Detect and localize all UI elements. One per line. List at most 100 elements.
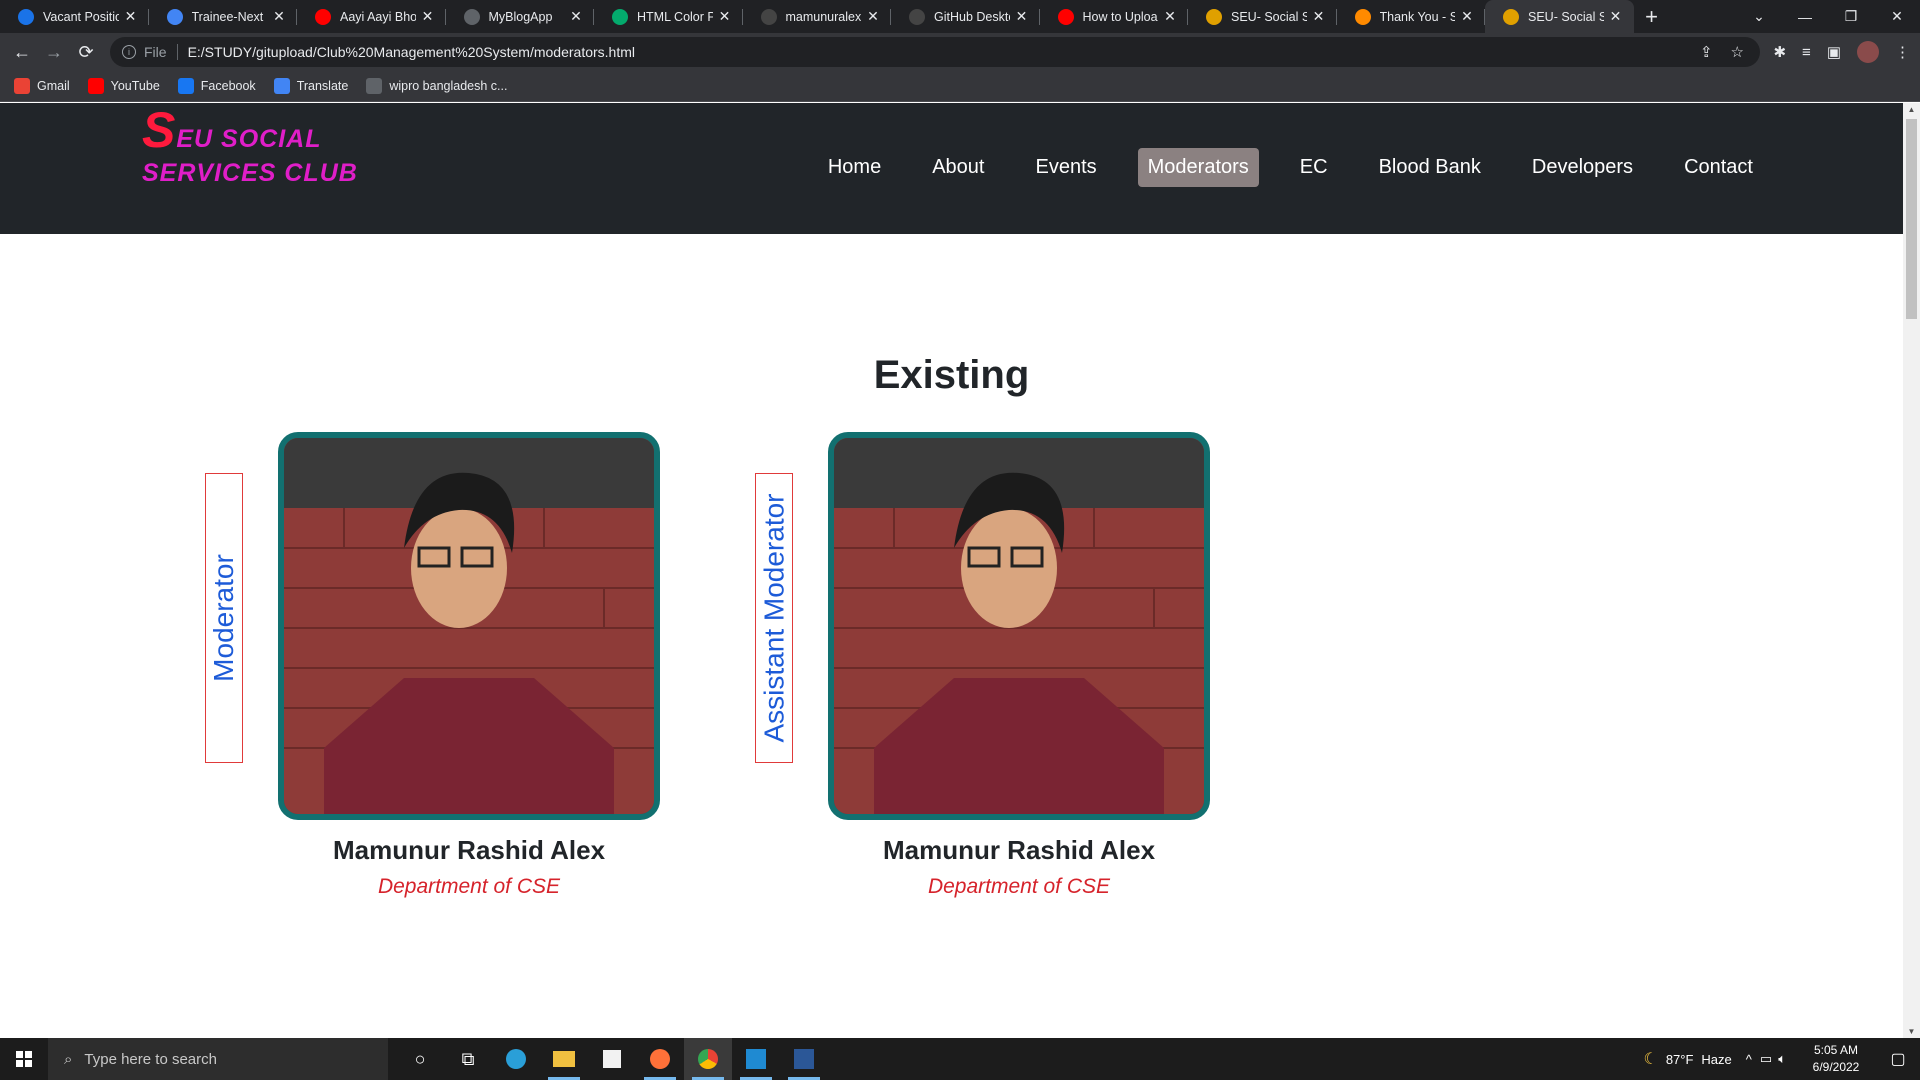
tab-close-icon[interactable]: ✕ <box>271 8 287 25</box>
weather-icon[interactable]: ☾ <box>1643 1049 1657 1069</box>
bookmark-star-icon[interactable]: ☆ <box>1731 43 1744 61</box>
tab-close-icon[interactable]: ✕ <box>865 8 881 25</box>
tab-close-icon[interactable]: ✕ <box>1014 8 1030 25</box>
profile-avatar[interactable] <box>1857 41 1879 63</box>
scrollbar-thumb[interactable] <box>1906 119 1917 319</box>
firefox-icon[interactable] <box>636 1038 684 1080</box>
tab-close-icon[interactable]: ✕ <box>1459 8 1475 25</box>
bookmark-icon <box>177 78 194 94</box>
bookmark-item[interactable]: Gmail <box>14 78 70 94</box>
nav-link[interactable]: About <box>922 148 994 187</box>
edge-icon[interactable] <box>492 1038 540 1080</box>
browser-tab[interactable]: SEU- Social Serv ✕ <box>1485 0 1634 33</box>
browser-tab[interactable]: SEU- Social Serv ✕ <box>1188 0 1337 33</box>
nav-link[interactable]: Moderators <box>1137 148 1259 187</box>
tab-close-icon[interactable]: ✕ <box>123 8 139 25</box>
notification-icon[interactable]: ▢ <box>1876 1049 1920 1069</box>
taskbar-search[interactable]: ⌕ Type here to search <box>48 1038 388 1080</box>
tab-title: Aayi Aayi Bhoot <box>340 9 416 24</box>
window-controls: ⌄ — ❐ ✕ <box>1736 0 1920 33</box>
windows-logo-icon <box>16 1051 32 1067</box>
weather-condition: Haze <box>1701 1051 1732 1067</box>
browser-tab[interactable]: GitHub Desktop ✕ <box>891 0 1040 33</box>
close-window-button[interactable]: ✕ <box>1874 8 1920 25</box>
minimize-button[interactable]: — <box>1782 9 1828 25</box>
share-icon[interactable]: ⇪ <box>1700 43 1713 61</box>
back-arrow-icon[interactable]: ← <box>6 42 38 63</box>
vscode-icon[interactable] <box>732 1038 780 1080</box>
chrome-icon[interactable] <box>684 1038 732 1080</box>
tab-close-icon[interactable]: ✕ <box>1311 8 1327 25</box>
bookmark-item[interactable]: Facebook <box>177 78 256 94</box>
reading-list-icon[interactable]: ≡ <box>1802 44 1811 61</box>
club-logo[interactable]: SEU SOCIAL SERVICES CLUB <box>142 105 358 190</box>
address-bar[interactable]: i File E:/STUDY/gitupload/Club%20Managem… <box>110 37 1760 67</box>
side-panel-icon[interactable]: ▣ <box>1827 43 1841 61</box>
network-icon[interactable]: ▭ <box>1760 1051 1772 1067</box>
nav-link[interactable]: Contact <box>1674 148 1763 187</box>
browser-tab[interactable]: Thank You - Sub✕ <box>1337 0 1486 33</box>
tab-title: Trainee-Next Bu <box>191 9 268 24</box>
extensions-icon[interactable]: ✱ <box>1773 43 1786 61</box>
url-text[interactable]: E:/STUDY/gitupload/Club%20Management%20S… <box>188 44 635 60</box>
bookmark-item[interactable]: wipro bangladesh c... <box>366 78 507 94</box>
new-tab-button[interactable]: + <box>1634 4 1670 30</box>
scroll-up-arrow-icon[interactable]: ▲ <box>1903 105 1920 114</box>
tab-title: GitHub Desktop <box>934 9 1010 24</box>
bookmark-icon <box>14 78 30 94</box>
nav-link[interactable]: Home <box>818 148 891 187</box>
nav-link[interactable]: Developers <box>1522 148 1643 187</box>
bookmark-item[interactable]: YouTube <box>87 78 160 94</box>
browser-tab[interactable]: How to Upload ✕ <box>1040 0 1189 33</box>
file-explorer-icon[interactable] <box>540 1038 588 1080</box>
volume-icon[interactable]: 🔈︎ <box>1778 1051 1786 1067</box>
tab-close-icon[interactable]: ✕ <box>1162 8 1178 25</box>
page-scrollbar[interactable]: ▲ ▼ <box>1903 103 1920 1038</box>
windows-start-button[interactable] <box>0 1038 48 1080</box>
tab-title: Vacant Positions <box>43 9 119 24</box>
member-name: Mamunur Rashid Alex <box>332 835 606 865</box>
tab-close-icon[interactable]: ✕ <box>568 8 584 25</box>
tab-close-icon[interactable]: ✕ <box>717 8 733 25</box>
reload-icon[interactable]: ⟳ <box>70 42 102 63</box>
tab-close-icon[interactable]: ✕ <box>420 8 436 25</box>
restore-button[interactable]: ❐ <box>1828 8 1874 25</box>
portrait-image <box>284 438 654 814</box>
role-label-box: Assistant Moderator <box>755 473 793 763</box>
taskbar-apps: ○ ⧉ <box>396 1038 828 1080</box>
url-scheme: File <box>144 44 167 60</box>
task-view-icon[interactable]: ⧉ <box>444 1038 492 1080</box>
nav-link[interactable]: Events <box>1025 148 1106 187</box>
nav-link[interactable]: EC <box>1290 148 1338 187</box>
github-icon <box>909 8 925 25</box>
word-icon[interactable] <box>780 1038 828 1080</box>
bookmark-label: YouTube <box>110 79 160 93</box>
site-info-icon[interactable]: i <box>122 45 136 59</box>
forward-arrow-icon[interactable]: → <box>38 42 70 63</box>
logo-line-2: SERVICES CLUB <box>142 159 358 187</box>
bookmark-label: Translate <box>296 79 349 93</box>
browser-tab[interactable]: Vacant Positions ✕ <box>0 0 149 33</box>
browser-tab[interactable]: MyBlogApp ✕ <box>446 0 595 33</box>
tab-close-icon[interactable]: ✕ <box>1608 8 1624 25</box>
bookmark-item[interactable]: Translate <box>273 78 349 94</box>
member-department: Department of CSE <box>927 875 1111 898</box>
tab-search-icon[interactable]: ⌄ <box>1736 8 1782 25</box>
scroll-down-arrow-icon[interactable]: ▼ <box>1903 1027 1920 1036</box>
browser-tab[interactable]: Trainee-Next Bu✕ <box>149 0 298 33</box>
bookmark-label: Gmail <box>37 79 70 93</box>
menu-icon[interactable]: ⋮ <box>1895 43 1910 61</box>
search-icon: ⌕ <box>64 1050 73 1068</box>
store-icon[interactable] <box>588 1038 636 1080</box>
club-icon <box>1206 8 1222 25</box>
browser-tab[interactable]: mamunuralex16✕ <box>743 0 892 33</box>
logo-first-letter: S <box>142 103 177 158</box>
browser-toolbar: ← → ⟳ i File E:/STUDY/gitupload/Club%20M… <box>0 33 1920 71</box>
browser-tab[interactable]: Aayi Aayi Bhoot ✕ <box>297 0 446 33</box>
clock[interactable]: 5:05 AM 6/9/2022 <box>1796 1042 1876 1076</box>
browser-tab[interactable]: HTML Color Pick ✕ <box>594 0 743 33</box>
page-viewport: SEU SOCIAL SERVICES CLUB Home About Events… <box>0 103 1903 1038</box>
tray-chevron-icon[interactable]: ^ <box>1746 1052 1752 1067</box>
cortana-icon[interactable]: ○ <box>396 1038 444 1080</box>
nav-link[interactable]: Blood Bank <box>1369 148 1491 187</box>
